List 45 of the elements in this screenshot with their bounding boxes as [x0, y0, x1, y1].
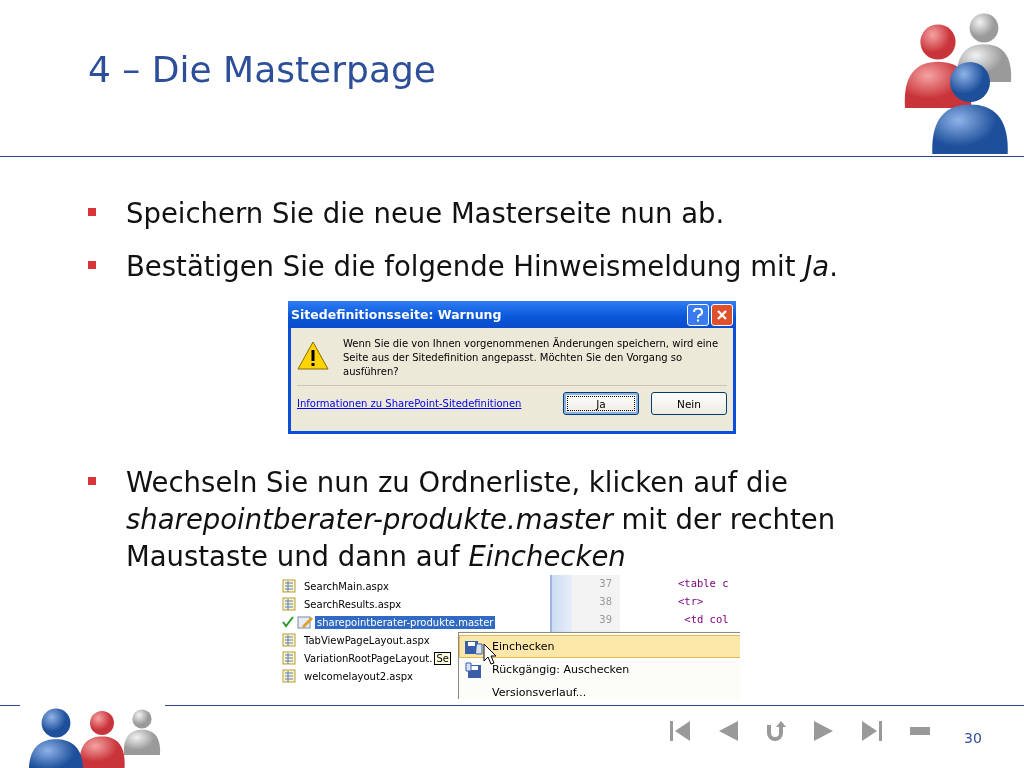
help-button[interactable]	[687, 303, 709, 326]
menu-item[interactable]: Versionsverlauf...	[459, 681, 740, 699]
page-icon	[282, 633, 296, 647]
bullet-icon	[88, 477, 96, 485]
code-line: <td col	[683, 613, 730, 627]
stop-icon	[910, 727, 930, 735]
dialog-title: Sitedefinitionsseite: Warnung	[291, 307, 502, 322]
file-name[interactable]: welcomelayout2.aspx	[302, 669, 415, 683]
line-number: 37	[599, 577, 612, 591]
warning-icon	[297, 341, 329, 371]
bullet-text: Wechseln Sie nun zu Ordnerliste, klicken auf die sharepointberater-produkte.master mit der rechten Maustaste und dann auf Einchecken	[126, 465, 837, 574]
menu-item[interactable]: Einchecken	[459, 635, 740, 658]
line-number: 39	[599, 613, 612, 627]
tooltip: Se	[434, 651, 451, 665]
page-icon	[282, 579, 296, 593]
file-name[interactable]: TabViewPageLayout.aspx	[302, 633, 432, 647]
help-link[interactable]: Informationen zu SharePoint-Sitedefinitionen	[297, 398, 551, 409]
bullet-icon	[88, 261, 96, 269]
file-name[interactable]: SearchResults.aspx	[302, 597, 404, 611]
bullet-text: Speichern Sie die neue Masterseite nun ab.	[126, 196, 726, 231]
first-slide-button[interactable]	[668, 719, 692, 743]
line-number: 38	[599, 595, 612, 609]
page-icon	[282, 597, 296, 611]
code-line: <table c	[678, 577, 730, 591]
page-icon	[282, 669, 296, 683]
return-button[interactable]	[764, 719, 788, 743]
file-name[interactable]: SearchMain.aspx	[302, 579, 391, 593]
warning-message: Wenn Sie die von Ihnen vorgenommenen Änderungen speichern, wird eine Seite aus der Sitedefinition angepasst. Möchten Sie den Vorgang so ausführen?	[343, 337, 720, 379]
master-page-icon	[297, 615, 313, 629]
last-slide-button[interactable]	[860, 719, 884, 743]
slide-title: 4 – Die Masterpage	[88, 48, 436, 92]
file-name[interactable]: sharepointberater-produkte.master	[315, 615, 496, 629]
bullet-text: Bestätigen Sie die folgende Hinweismeldung mit Ja.	[126, 249, 839, 284]
close-button[interactable]	[711, 303, 733, 326]
save-icon	[464, 660, 484, 679]
file-name[interactable]: VariationRootPageLayout.	[302, 651, 435, 665]
code-line: <tr>	[678, 595, 705, 609]
menu-item[interactable]: Rückgängig: Auschecken	[459, 658, 740, 681]
dialog-button[interactable]: Ja	[563, 392, 639, 415]
close-icon	[716, 308, 728, 321]
page-icon	[282, 651, 296, 665]
bullet-icon	[88, 208, 96, 216]
dialog-button[interactable]: Nein	[651, 392, 727, 415]
page-number: 30	[964, 730, 982, 746]
help-icon	[692, 307, 704, 322]
